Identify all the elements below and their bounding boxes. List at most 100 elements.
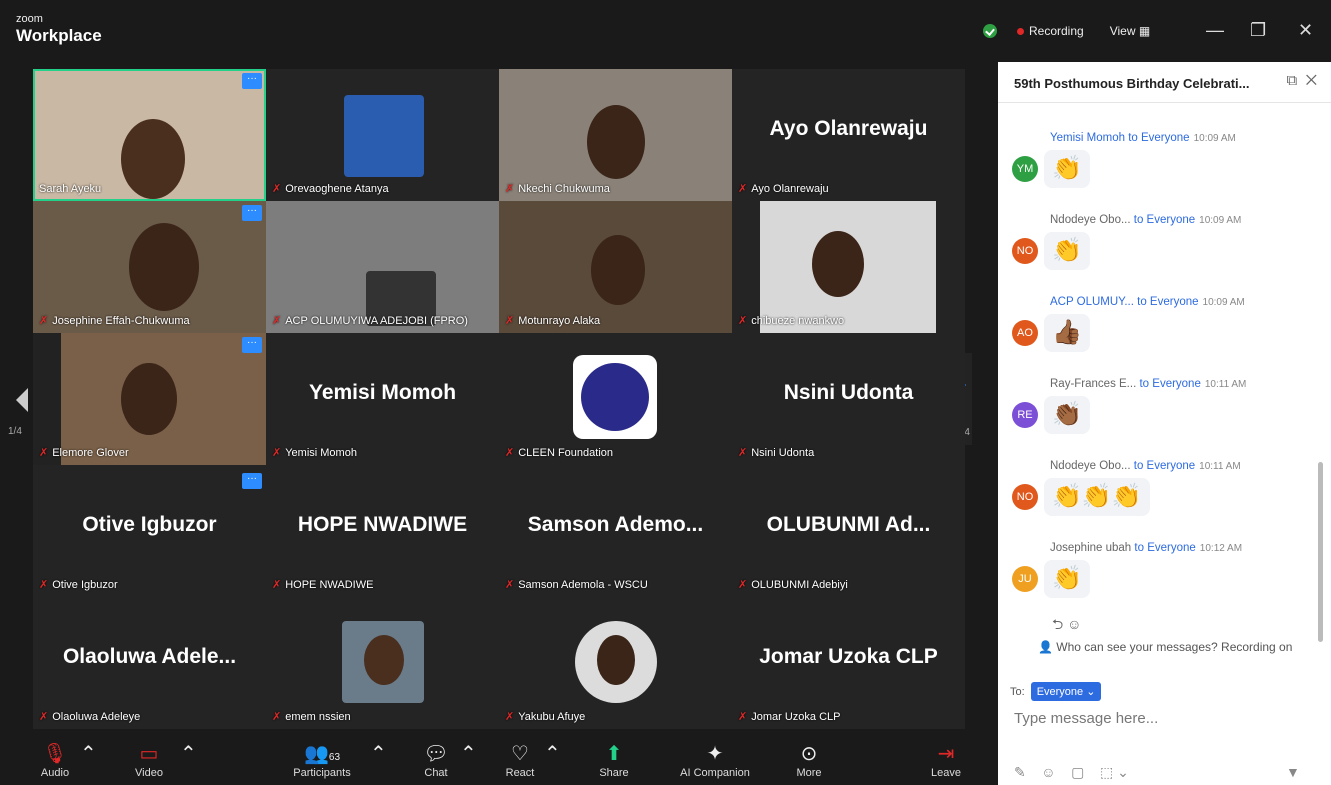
audio-button[interactable]: 🎙︎ Audio (30, 741, 80, 779)
minimize-button[interactable]: — (1206, 20, 1224, 41)
message-header: Ndodeye Obo... to Everyone 10:09 AM (1050, 214, 1242, 226)
previous-page-button[interactable]: 1/4 (8, 380, 34, 440)
share-button[interactable]: ⬆ Share (592, 741, 636, 779)
message-bubble[interactable]: 👏 (1044, 560, 1090, 598)
more-options-button[interactable]: ··· (242, 205, 262, 221)
participant-tile[interactable]: HOPE NWADIWE ✗ HOPE NWADIWE (266, 465, 499, 597)
participants-button[interactable]: 👥63 Participants (282, 741, 362, 779)
close-icon[interactable]: ✕ (1306, 72, 1317, 89)
more-options-button[interactable]: ··· (242, 73, 262, 89)
participant-name: ACP OLUMUYIWA ADEJOBI (FPRO) (285, 315, 468, 327)
participant-big-name: Olaoluwa Adele... (62, 645, 237, 668)
message-bubble[interactable]: 👏 (1044, 150, 1090, 188)
more-button[interactable]: ⊙ More (786, 741, 832, 779)
participant-big-name: Yemisi Momoh (308, 381, 457, 404)
message-bubble[interactable]: 👍🏾 (1044, 314, 1090, 352)
participant-name-row: ✗ HOPE NWADIWE (272, 578, 373, 591)
participant-tile[interactable]: OLUBUNMI Ad... ✗ OLUBUNMI Adebiyi (732, 465, 965, 597)
muted-mic-icon: ✗ (505, 579, 515, 591)
send-icon[interactable]: ▼ (1286, 764, 1300, 780)
participant-tile[interactable]: Jomar Uzoka CLP ✗ Jomar Uzoka CLP (732, 597, 965, 729)
participant-tile[interactable]: Samson Ademo... ✗ Samson Ademola - WSCU (499, 465, 732, 597)
participant-name: HOPE NWADIWE (285, 579, 374, 591)
muted-mic-icon: ✗ (272, 711, 282, 723)
participant-tile[interactable]: ··· ✗ Josephine Effah-Chukwuma (33, 201, 266, 333)
participant-tile[interactable]: ✗ Nkechi Chukwuma (499, 69, 732, 201)
chevron-left-icon (16, 388, 28, 412)
message-bubble[interactable]: 👏🏾 (1044, 396, 1090, 434)
participants-options-button[interactable]: ⌃ (370, 741, 387, 767)
muted-mic-icon: ✗ (272, 183, 282, 195)
popout-icon[interactable]: ⧉ (1287, 72, 1298, 89)
participant-tile[interactable]: ✗ chibueze nwankwo (732, 201, 965, 333)
audio-options-button[interactable]: ⌃ (80, 741, 97, 767)
participant-tile[interactable]: Yemisi Momoh ✗ Yemisi Momoh (266, 333, 499, 465)
format-icon[interactable]: ✎ (1014, 764, 1026, 780)
recording-label[interactable]: Recording (1029, 24, 1084, 38)
participant-tile[interactable]: Nsini Udonta ✗ Nsini Udonta (732, 333, 965, 465)
profile-photo (575, 621, 657, 703)
participant-tile[interactable]: ··· ✗ Elemore Glover (33, 333, 266, 465)
message-bubble[interactable]: 👏 (1044, 232, 1090, 270)
participant-tile[interactable]: ✗ Orevaoghene Atanya (266, 69, 499, 201)
more-options-button[interactable]: ··· (242, 473, 262, 489)
participant-tile[interactable]: ··· Sarah Ayeku (33, 69, 266, 201)
chat-scrollbar[interactable] (1318, 462, 1323, 642)
more-options-button[interactable]: ··· (242, 337, 262, 353)
react-options-button[interactable]: ⌃ (544, 741, 561, 767)
reply-icon[interactable]: ⮌ (1052, 616, 1063, 632)
participant-name-row: ✗ Otive Igbuzor (39, 578, 118, 591)
participant-tile[interactable]: ✗ ACP OLUMUYIWA ADEJOBI (FPRO) (266, 201, 499, 333)
close-button[interactable]: ✕ (1298, 20, 1313, 41)
leave-button[interactable]: ⇥ Leave (924, 741, 968, 779)
participant-tile[interactable]: ✗ emem nssien (266, 597, 499, 729)
participant-tile[interactable]: ✗ Yakubu Afuye (499, 597, 732, 729)
participant-big-name: Jomar Uzoka CLP (759, 645, 938, 668)
message-bubble[interactable]: 👏👏👏 (1044, 478, 1150, 516)
emoji-react-icon[interactable]: ☺ (1067, 616, 1081, 632)
emoji-icon[interactable]: ☺ (1041, 764, 1055, 780)
view-button[interactable]: View ▦ (1110, 24, 1150, 38)
chevron-up-icon: ⌃ (460, 743, 477, 765)
participant-name: Olaoluwa Adeleye (52, 711, 141, 723)
participant-name: Yakubu Afuye (518, 711, 586, 723)
privacy-notice[interactable]: 👤 Who can see your messages? Recording o… (1038, 640, 1292, 654)
file-icon[interactable]: ▢ (1071, 764, 1084, 780)
participant-name-row: ✗ Elemore Glover (39, 446, 129, 459)
participant-tile[interactable]: Ayo Olanrewaju ✗ Ayo Olanrewaju (732, 69, 965, 201)
participant-name: Otive Igbuzor (52, 579, 118, 591)
participant-tile[interactable]: ··· Otive Igbuzor ✗ Otive Igbuzor (33, 465, 266, 597)
participant-name-row: ✗ Motunrayo Alaka (505, 314, 600, 327)
page-indicator-left: 1/4 (8, 426, 22, 437)
restore-button[interactable]: ❐ (1250, 20, 1266, 41)
participant-big-name: OLUBUNMI Ad... (766, 513, 931, 536)
chat-message: NO Ndodeye Obo... to Everyone 10:11 AM 👏👏… (1012, 460, 1312, 540)
participant-name: Motunrayo Alaka (518, 315, 601, 327)
participant-name: emem nssien (285, 711, 351, 723)
leave-icon: ⇥ (937, 743, 955, 765)
participant-name-row: ✗ Nkechi Chukwuma (505, 182, 610, 195)
participant-name: Orevaoghene Atanya (285, 183, 389, 195)
chat-message: RE Ray-Frances E... to Everyone 10:11 AM … (1012, 378, 1312, 458)
chat-message: AO ACP OLUMUY... to Everyone 10:09 AM 👍🏾 (1012, 296, 1312, 376)
security-shield-icon[interactable] (983, 24, 997, 38)
participant-name-row: ✗ ACP OLUMUYIWA ADEJOBI (FPRO) (272, 314, 468, 327)
participant-name: Jomar Uzoka CLP (751, 711, 841, 723)
participant-name-row: ✗ Yakubu Afuye (505, 710, 585, 723)
ai-companion-button[interactable]: ✦ AI Companion (670, 741, 760, 779)
participant-name-row: ✗ Ayo Olanrewaju (738, 182, 829, 195)
brand-name: Workplace (16, 26, 102, 45)
video-button[interactable]: ▭ Video (124, 741, 174, 779)
video-options-button[interactable]: ⌃ (180, 741, 197, 767)
chat-button[interactable]: 💬︎ Chat (416, 741, 456, 779)
screenshot-icon[interactable]: ⬚ ⌄ (1100, 764, 1129, 780)
participant-tile[interactable]: ✗ Motunrayo Alaka (499, 201, 732, 333)
react-button[interactable]: ♡ React (500, 741, 540, 779)
chat-message-input[interactable]: Type message here... (1014, 710, 1158, 727)
recipient-dropdown[interactable]: Everyone ⌄ (1030, 682, 1102, 701)
chat-options-button[interactable]: ⌃ (460, 741, 477, 767)
participant-big-name: Otive Igbuzor (82, 513, 217, 536)
participant-tile[interactable]: Olaoluwa Adele... ✗ Olaoluwa Adeleye (33, 597, 266, 729)
participant-tile[interactable]: ✗ CLEEN Foundation (499, 333, 732, 465)
zoom-logo: zoom Workplace (16, 14, 102, 45)
